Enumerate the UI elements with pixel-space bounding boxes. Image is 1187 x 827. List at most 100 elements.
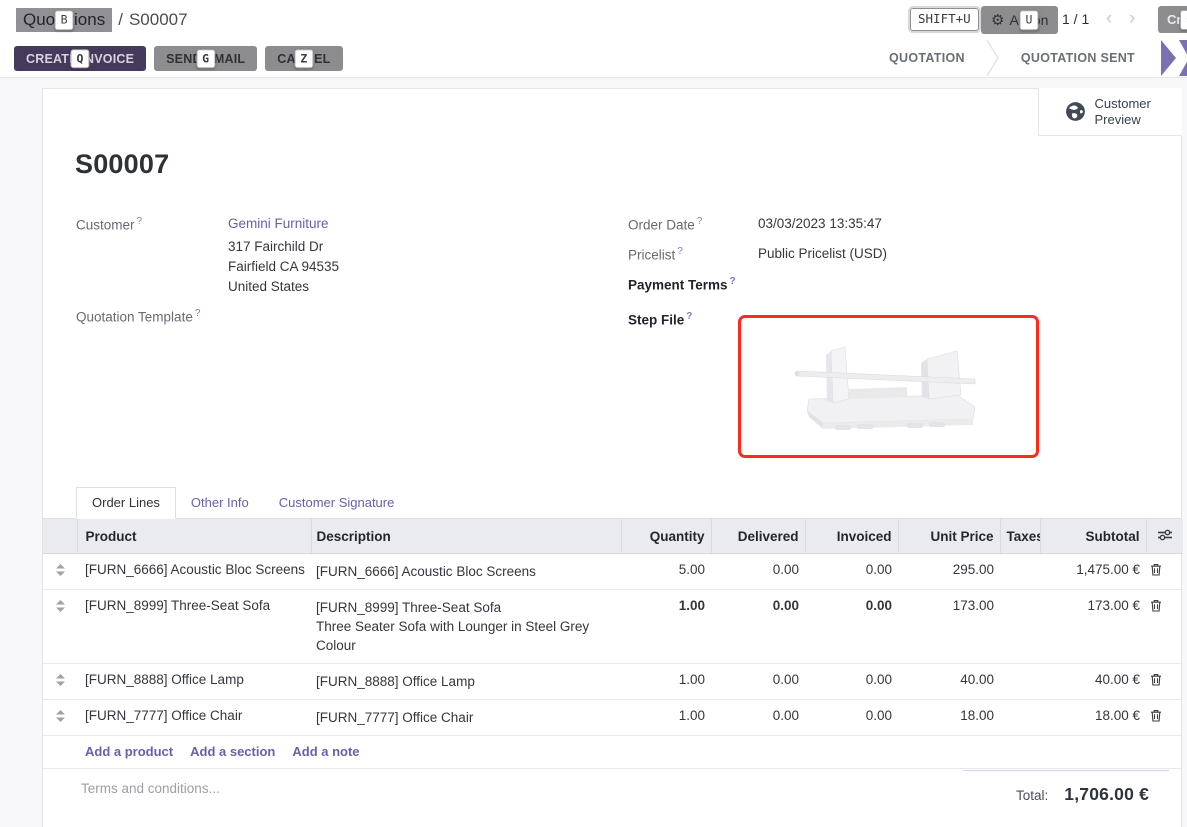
trash-icon [1150,563,1162,576]
add-a-section-link[interactable]: Add a section [190,744,275,759]
quotation-template-field-label: Quotation Template? [76,308,200,325]
pricelist-field-label: Pricelist? [628,246,683,263]
delete-row-button[interactable] [1146,590,1183,664]
help-icon: ? [195,308,201,319]
add-a-note-link[interactable]: Add a note [292,744,359,759]
step-file-image[interactable] [738,315,1039,458]
tab-other-info[interactable]: Other Info [176,488,264,518]
cell-quantity[interactable]: 5.00 [621,554,711,590]
send-email-button[interactable]: SEND EMAIL G [154,46,257,71]
cell-product[interactable]: [FURN_7777] Office Chair [77,700,311,736]
delete-row-button[interactable] [1146,664,1183,700]
form-sheet: Customer Preview S00007 Customer? Gemini… [42,88,1182,827]
add-line-links: Add a product Add a section Add a note [43,735,1181,769]
drag-handle[interactable] [43,664,77,700]
table-header-row: Product Description Quantity Delivered I… [43,519,1183,554]
cell-unit-price[interactable]: 295.00 [898,554,1000,590]
stage-quotation-sent[interactable]: QUOTATION SENT [1000,40,1156,76]
order-date-field-label: Order Date? [628,216,702,233]
cell-product[interactable]: [FURN_6666] Acoustic Bloc Screens [77,554,311,590]
cell-quantity[interactable]: 1.00 [621,700,711,736]
hotkey-badge-shift-u: SHIFT+U [910,8,979,31]
cell-quantity[interactable]: 1.00 [621,664,711,700]
payment-terms-field-label: Payment Terms? [628,276,736,293]
create-invoice-button[interactable]: CREATE INVOICE Q [14,46,146,71]
breadcrumb-current: S00007 [129,10,188,30]
customer-preview-button[interactable]: Customer Preview [1038,88,1182,136]
cell-description[interactable]: [FURN_8999] Three-Seat Sofa Three Seater… [311,590,621,664]
cell-quantity[interactable]: 1.00 [621,590,711,664]
customer-preview-label: Customer Preview [1095,96,1157,127]
cell-invoiced[interactable]: 0.00 [805,554,898,590]
cell-invoiced[interactable]: 0.00 [805,664,898,700]
optional-columns-button[interactable] [1146,519,1183,554]
cell-description[interactable]: [FURN_6666] Acoustic Bloc Screens [311,554,621,590]
breadcrumb-quotations[interactable]: Quotations B [16,8,112,32]
cell-delivered[interactable]: 0.00 [711,664,805,700]
tab-customer-signature[interactable]: Customer Signature [264,488,410,518]
top-nav-bar: Quotations B / S00007 SHIFT+U ⚙ Action U… [0,0,1187,40]
trash-icon [1150,673,1162,686]
odoo-sales-order-screen: Quotations B / S00007 SHIFT+U ⚙ Action U… [0,0,1187,827]
cell-invoiced[interactable]: 0.00 [805,590,898,664]
notebook-tabs: Order Lines Other Info Customer Signatur… [43,488,1181,519]
tab-order-lines[interactable]: Order Lines [76,487,176,519]
action-menu-button[interactable]: ⚙ Action U [981,6,1058,34]
cell-invoiced[interactable]: 0.00 [805,700,898,736]
help-icon: ? [686,311,692,322]
delete-row-button[interactable] [1146,700,1183,736]
stage-sales-order[interactable]: SALES ORDER [1179,40,1187,76]
cell-description[interactable]: [FURN_8888] Office Lamp [311,664,621,700]
header-taxes: Taxes [1000,519,1040,554]
gear-icon: ⚙ [991,13,1004,28]
stage-quotation[interactable]: QUOTATION [868,40,986,76]
cell-taxes[interactable] [1000,700,1040,736]
trash-icon [1150,599,1162,612]
customer-field-label: Customer? [76,216,142,233]
cell-taxes[interactable] [1000,554,1040,590]
header-unit-price: Unit Price [898,519,1000,554]
drag-handle-icon [56,710,65,722]
order-total: Total: 1,706.00 € [963,770,1169,805]
help-icon: ? [137,216,143,227]
customer-link[interactable]: Gemini Furniture [228,216,329,231]
drag-handle[interactable] [43,700,77,736]
total-value: 1,706.00 € [1064,784,1149,805]
create-button[interactable]: Create C [1158,6,1187,33]
globe-icon [1065,101,1086,122]
pricelist-value[interactable]: Public Pricelist (USD) [758,246,887,261]
cell-product[interactable]: [FURN_8999] Three-Seat Sofa [77,590,311,664]
drag-handle[interactable] [43,590,77,664]
hotkey-badge-b: B [55,10,74,30]
help-icon: ? [697,216,703,227]
cell-taxes[interactable] [1000,664,1040,700]
trash-icon [1150,709,1162,722]
header-product: Product [77,519,311,554]
add-a-product-link[interactable]: Add a product [85,744,173,759]
terms-and-conditions-placeholder[interactable]: Terms and conditions... [81,781,220,796]
cell-delivered[interactable]: 0.00 [711,700,805,736]
cell-unit-price[interactable]: 40.00 [898,664,1000,700]
cell-unit-price[interactable]: 173.00 [898,590,1000,664]
table-row: [FURN_6666] Acoustic Bloc Screens [FURN_… [43,554,1183,590]
cancel-button[interactable]: CANCEL Z [265,46,342,71]
breadcrumb-separator: / [118,10,123,30]
delete-row-button[interactable] [1146,554,1183,590]
cell-delivered[interactable]: 0.00 [711,554,805,590]
drag-handle-icon [56,564,65,576]
status-bar: QUOTATION QUOTATION SENT SALES ORDER [868,40,1187,76]
header-delivered: Delivered [711,519,805,554]
hotkey-badge-g: G [196,49,215,69]
cell-subtotal: 40.00 € [1040,664,1146,700]
cell-description[interactable]: [FURN_7777] Office Chair [311,700,621,736]
customer-address: 317 Fairchild Dr Fairfield CA 94535 Unit… [228,237,339,297]
drag-handle[interactable] [43,554,77,590]
order-date-value[interactable]: 03/03/2023 13:35:47 [758,216,882,231]
hotkey-badge-c: C [1180,10,1187,30]
cell-unit-price[interactable]: 18.00 [898,700,1000,736]
cell-delivered[interactable]: 0.00 [711,590,805,664]
cell-product[interactable]: [FURN_8888] Office Lamp [77,664,311,700]
pager-next-icon[interactable]: › [1129,5,1135,33]
cell-taxes[interactable] [1000,590,1040,664]
pager-previous-icon[interactable]: ‹ [1106,5,1112,33]
